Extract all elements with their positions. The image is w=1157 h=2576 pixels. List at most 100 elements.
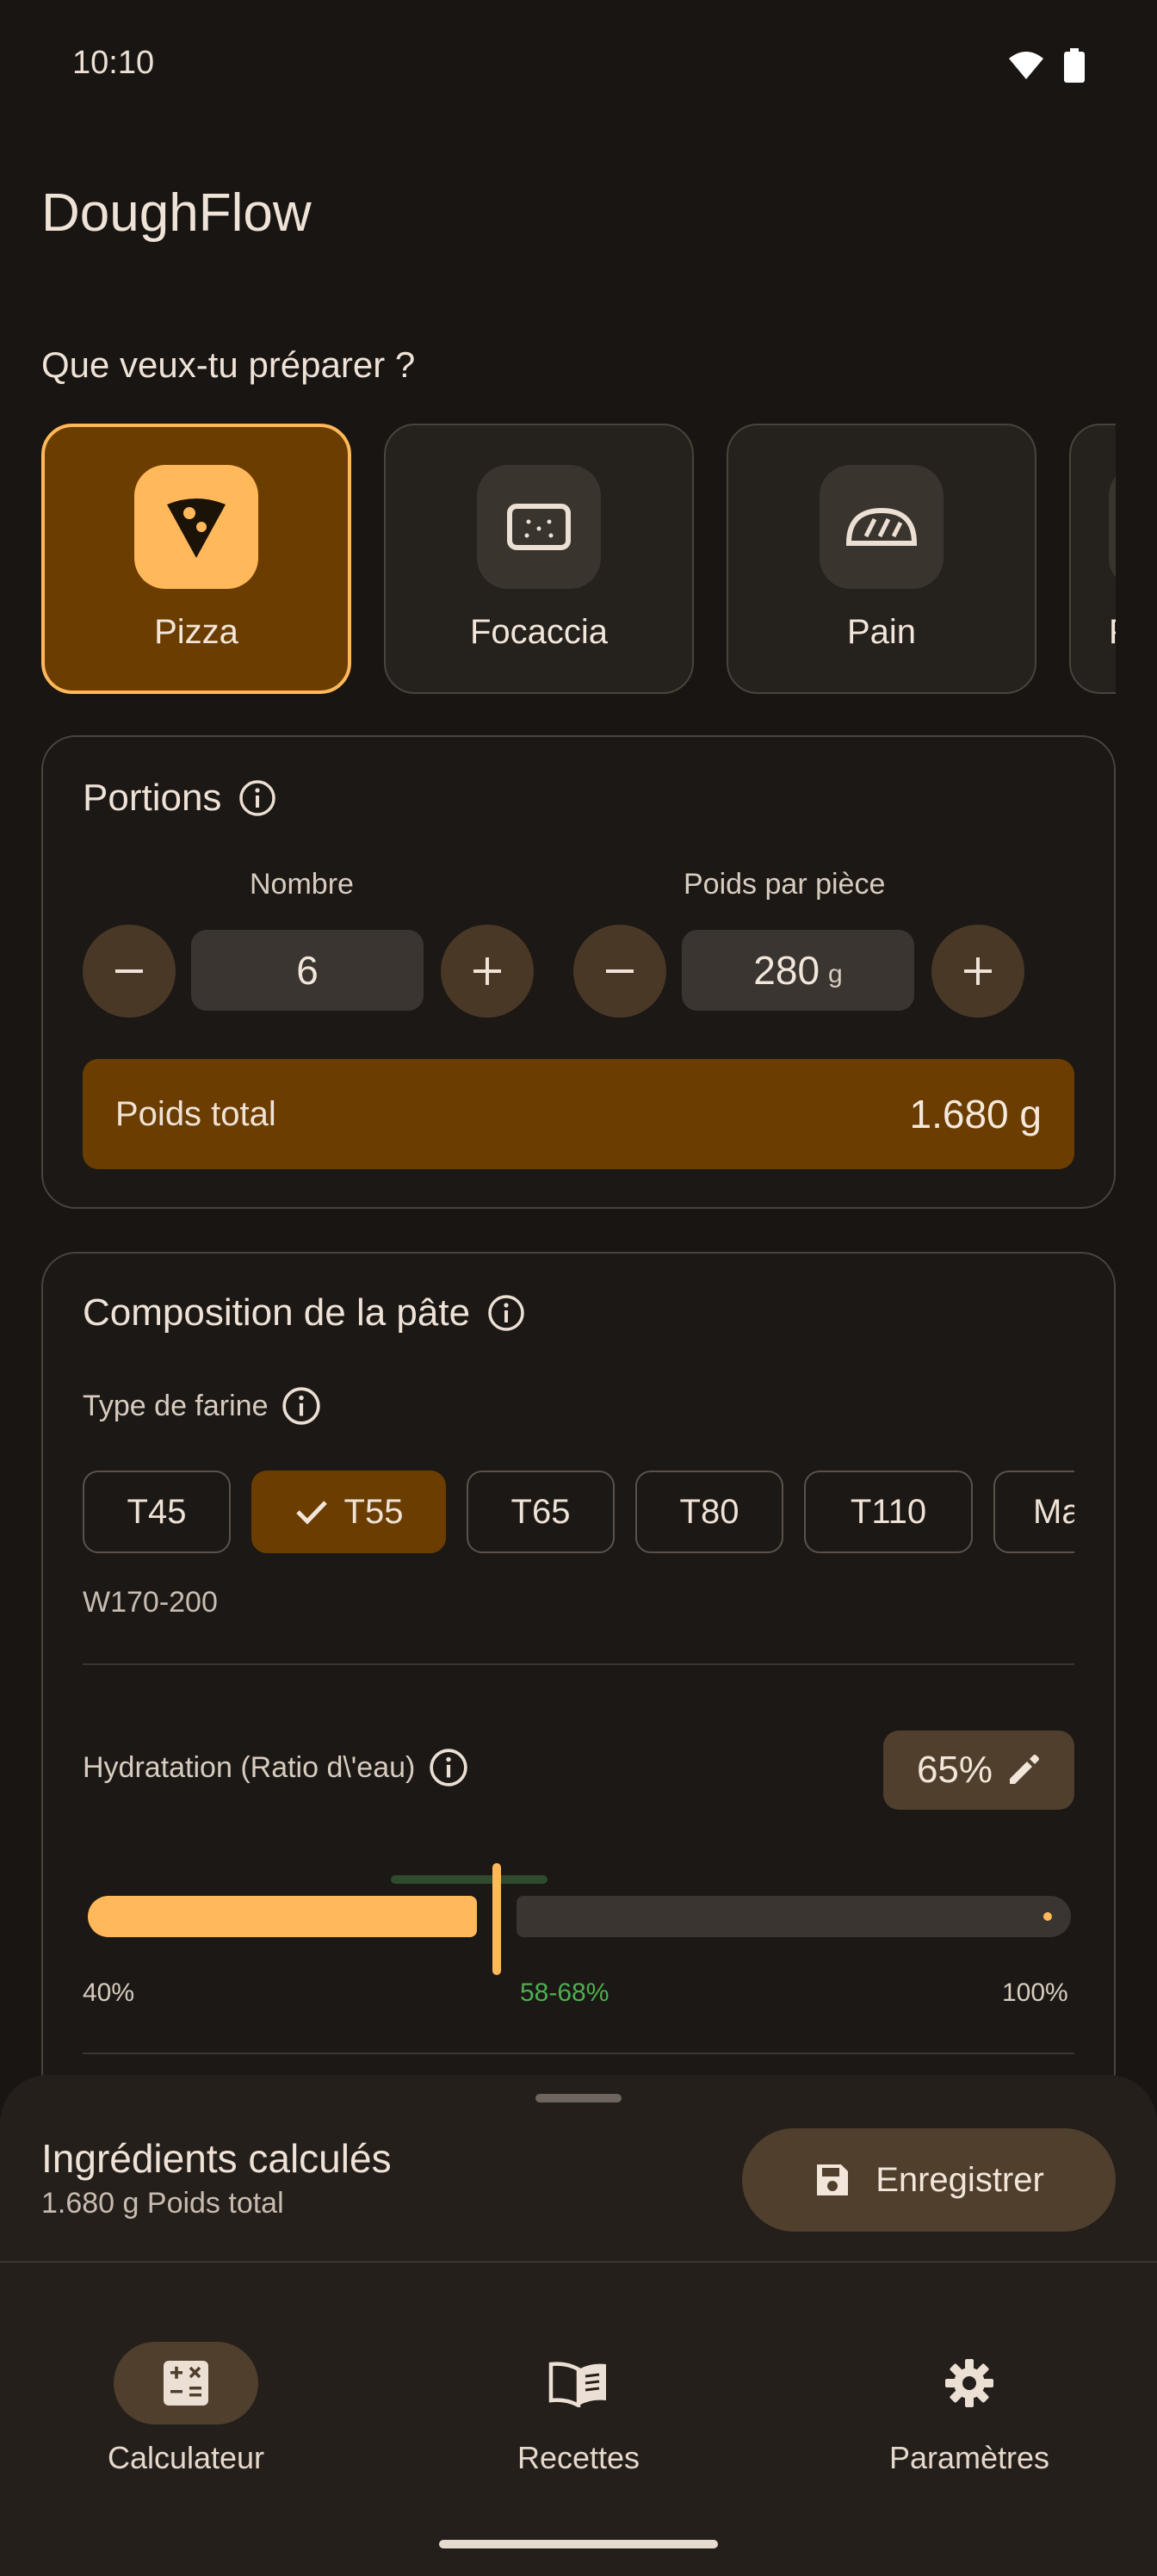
type-card-label: Focaccia: [469, 613, 609, 651]
bread-icon: [820, 465, 944, 589]
recommended-range-indicator: [391, 1875, 548, 1884]
nav-item-parametres[interactable]: Paramètres: [840, 2342, 1098, 2476]
type-card-label: Pain: [846, 613, 917, 651]
prep-question: Que veux-tu préparer ?: [41, 344, 416, 385]
chip-label: Ma: [1033, 1492, 1074, 1531]
flour-chip-t65[interactable]: T65: [467, 1471, 615, 1553]
flour-chip-t80[interactable]: T80: [635, 1471, 783, 1553]
sheet-subtitle: 1.680 g Poids total: [41, 2187, 284, 2220]
divider: [83, 2053, 1074, 2054]
calculator-icon: [164, 2361, 208, 2406]
check-icon: [295, 1501, 327, 1525]
status-time: 10:10: [72, 45, 155, 81]
flour-chip-t110[interactable]: T110: [804, 1471, 973, 1553]
chip-label: T65: [510, 1492, 571, 1531]
count-value[interactable]: 6: [191, 930, 424, 1011]
gesture-bar[interactable]: [439, 2540, 718, 2548]
info-icon[interactable]: [238, 779, 276, 817]
chip-label: T55: [343, 1492, 404, 1531]
slider-handle[interactable]: [492, 1863, 501, 1975]
total-weight-label: Poids total: [115, 1094, 276, 1133]
nav-pill: [897, 2342, 1042, 2424]
total-weight-bar: Poids total 1.680 g: [83, 1059, 1074, 1169]
type-card-partial[interactable]: P: [1069, 424, 1116, 694]
nav-pill: [506, 2342, 651, 2424]
slider-active-track: [88, 1896, 477, 1937]
portions-title: Portions: [83, 777, 222, 819]
flour-strength: W170-200: [83, 1586, 218, 1619]
hydration-value: 65%: [916, 1749, 993, 1791]
status-icons: [1007, 48, 1085, 83]
weight-label: Poids par pièce: [684, 868, 886, 901]
slider-end-dot: [1043, 1912, 1052, 1921]
info-icon[interactable]: [487, 1294, 525, 1332]
partial-icon: [1109, 465, 1116, 589]
type-card-pizza[interactable]: Pizza: [41, 424, 351, 694]
flour-chips[interactable]: T45 T55 T65 T80 T110 Ma: [83, 1471, 1074, 1557]
hydration-slider[interactable]: [83, 1856, 1074, 1975]
count-increment-button[interactable]: [441, 925, 534, 1018]
nav-item-recettes[interactable]: Recettes: [449, 2342, 708, 2476]
weight-value-text: 280: [753, 948, 820, 993]
hydration-label-row: Hydratation (Ratio d\'eau): [83, 1748, 468, 1787]
count-label: Nombre: [250, 868, 354, 901]
save-label: Enregistrer: [875, 2160, 1044, 2199]
composition-title-row: Composition de la pâte: [83, 1291, 525, 1334]
wifi-icon: [1009, 52, 1043, 79]
edit-icon: [1010, 1755, 1040, 1784]
pizza-icon: [134, 465, 258, 589]
chip-label: T80: [679, 1492, 739, 1531]
type-card-label: P: [1109, 613, 1116, 652]
nav-label: Recettes: [517, 2440, 640, 2475]
sheet-title: Ingrédients calculés: [41, 2136, 392, 2181]
flour-chip-partial[interactable]: Ma: [993, 1471, 1074, 1553]
save-button[interactable]: Enregistrer: [742, 2128, 1116, 2232]
minus-icon: [115, 969, 143, 973]
app-title: DoughFlow: [41, 183, 312, 243]
sheet-divider: [0, 2261, 1157, 2263]
range-min-label: 40%: [83, 1978, 135, 2007]
plus-icon: [964, 957, 992, 985]
total-weight-value: 1.680 g: [909, 1092, 1042, 1136]
nav-label: Calculateur: [107, 2440, 265, 2475]
info-icon[interactable]: [282, 1386, 321, 1426]
minus-icon: [606, 969, 634, 973]
count-value-text: 6: [296, 948, 319, 993]
book-icon: [548, 2362, 606, 2407]
plus-icon: [473, 957, 501, 985]
weight-value[interactable]: 280 g: [682, 930, 914, 1011]
bottom-navigation: Calculateur Recettes Paramètres: [0, 2307, 1157, 2576]
weight-increment-button[interactable]: [931, 925, 1024, 1018]
flour-chip-t55[interactable]: T55: [251, 1471, 446, 1553]
hydration-value-button[interactable]: 65%: [883, 1731, 1074, 1810]
flour-chip-t45[interactable]: T45: [83, 1471, 231, 1553]
save-icon: [817, 2164, 849, 2195]
range-recommended-label: 58-68%: [520, 1978, 609, 2007]
count-decrement-button[interactable]: [83, 925, 176, 1018]
composition-panel: Composition de la pâte Type de farine T4…: [41, 1252, 1116, 2199]
divider: [83, 1663, 1074, 1665]
nav-label: Paramètres: [888, 2440, 1050, 2475]
type-card-focaccia[interactable]: Focaccia: [384, 424, 694, 694]
battery-icon: [1064, 48, 1085, 83]
hydration-label: Hydratation (Ratio d\'eau): [83, 1750, 416, 1784]
sheet-drag-handle[interactable]: [535, 2094, 622, 2102]
nav-pill: [114, 2342, 258, 2424]
weight-decrement-button[interactable]: [573, 925, 666, 1018]
range-max-label: 100%: [1002, 1978, 1068, 2007]
chip-label: T110: [850, 1492, 927, 1531]
focaccia-icon: [477, 465, 601, 589]
info-icon[interactable]: [429, 1748, 468, 1787]
type-card-pain[interactable]: Pain: [727, 424, 1036, 694]
slider-inactive-track: [517, 1896, 1071, 1937]
weight-unit: g: [828, 960, 843, 988]
composition-title: Composition de la pâte: [83, 1291, 471, 1334]
portions-title-row: Portions: [83, 777, 276, 820]
type-card-label: Pizza: [154, 613, 238, 651]
flour-label: Type de farine: [83, 1389, 269, 1422]
prep-type-carousel[interactable]: Pizza Focaccia Pain P: [41, 424, 1116, 694]
nav-item-calculateur[interactable]: Calculateur: [57, 2342, 315, 2476]
portions-panel: Portions Nombre Poids par pièce 6 280 g …: [41, 735, 1116, 1209]
flour-label-row: Type de farine: [83, 1386, 321, 1426]
gear-icon: [945, 2359, 993, 2407]
